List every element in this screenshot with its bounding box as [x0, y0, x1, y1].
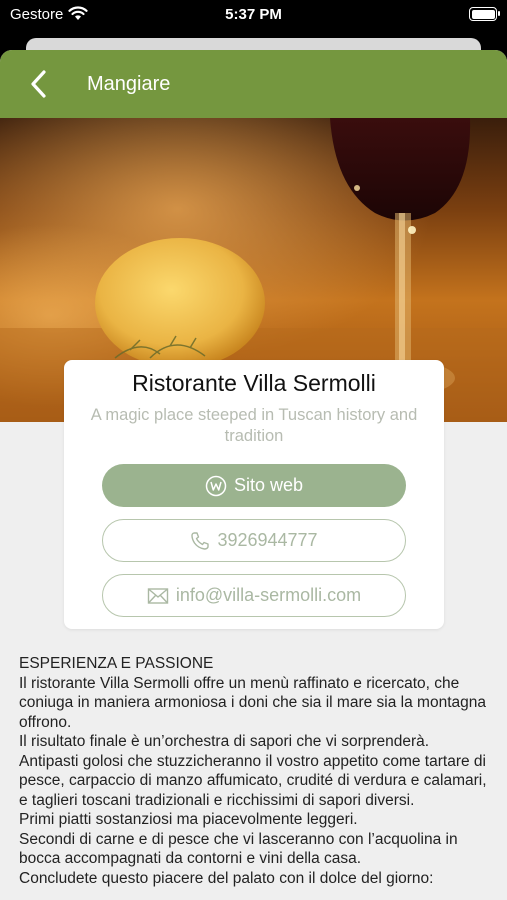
- phone-button[interactable]: 3926944777: [102, 519, 406, 562]
- navigation-bar: Mangiare: [0, 50, 507, 118]
- description-paragraph: Primi piatti sostanziosi ma piacevolment…: [19, 811, 358, 828]
- status-bar: Gestore 5:37 PM: [0, 0, 507, 28]
- description-paragraph: Il risultato finale è un’orchestra di sa…: [19, 733, 430, 750]
- description-paragraph: Il ristorante Villa Sermolli offre un me…: [19, 674, 486, 731]
- description-text: ESPERIENZA E PASSIONE Il ristorante Vill…: [19, 654, 493, 888]
- phone-button-label: 3926944777: [217, 530, 318, 550]
- mail-icon: [147, 587, 169, 605]
- chevron-left-icon[interactable]: [26, 68, 56, 100]
- description-paragraph: Secondi di carne e di pesce che vi lasce…: [19, 830, 458, 868]
- restaurant-name: Ristorante Villa Sermolli: [132, 370, 376, 396]
- restaurant-card: Ristorante Villa Sermolli A magic place …: [64, 360, 444, 629]
- restaurant-tagline: A magic place steeped in Tuscan history …: [90, 406, 418, 445]
- description-paragraph: Concludete questo piacere del palato con…: [19, 869, 434, 887]
- email-button-label: info@villa-sermolli.com: [175, 585, 362, 605]
- page-title: Mangiare: [87, 73, 171, 95]
- description-paragraph: Antipasti golosi che stuzzicheranno il v…: [19, 752, 487, 809]
- phone-icon: [190, 531, 210, 551]
- detail-sheet: Mangiare Ristorante Villa Sermolli A mag…: [0, 50, 507, 900]
- email-button[interactable]: info@villa-sermolli.com: [102, 574, 406, 617]
- clock: 5:37 PM: [225, 6, 282, 23]
- battery-icon: [469, 7, 500, 21]
- description-heading: ESPERIENZA E PASSIONE: [19, 655, 214, 672]
- website-button-label: Sito web: [233, 475, 304, 495]
- website-button[interactable]: Sito web: [102, 464, 406, 507]
- web-icon: [205, 475, 227, 497]
